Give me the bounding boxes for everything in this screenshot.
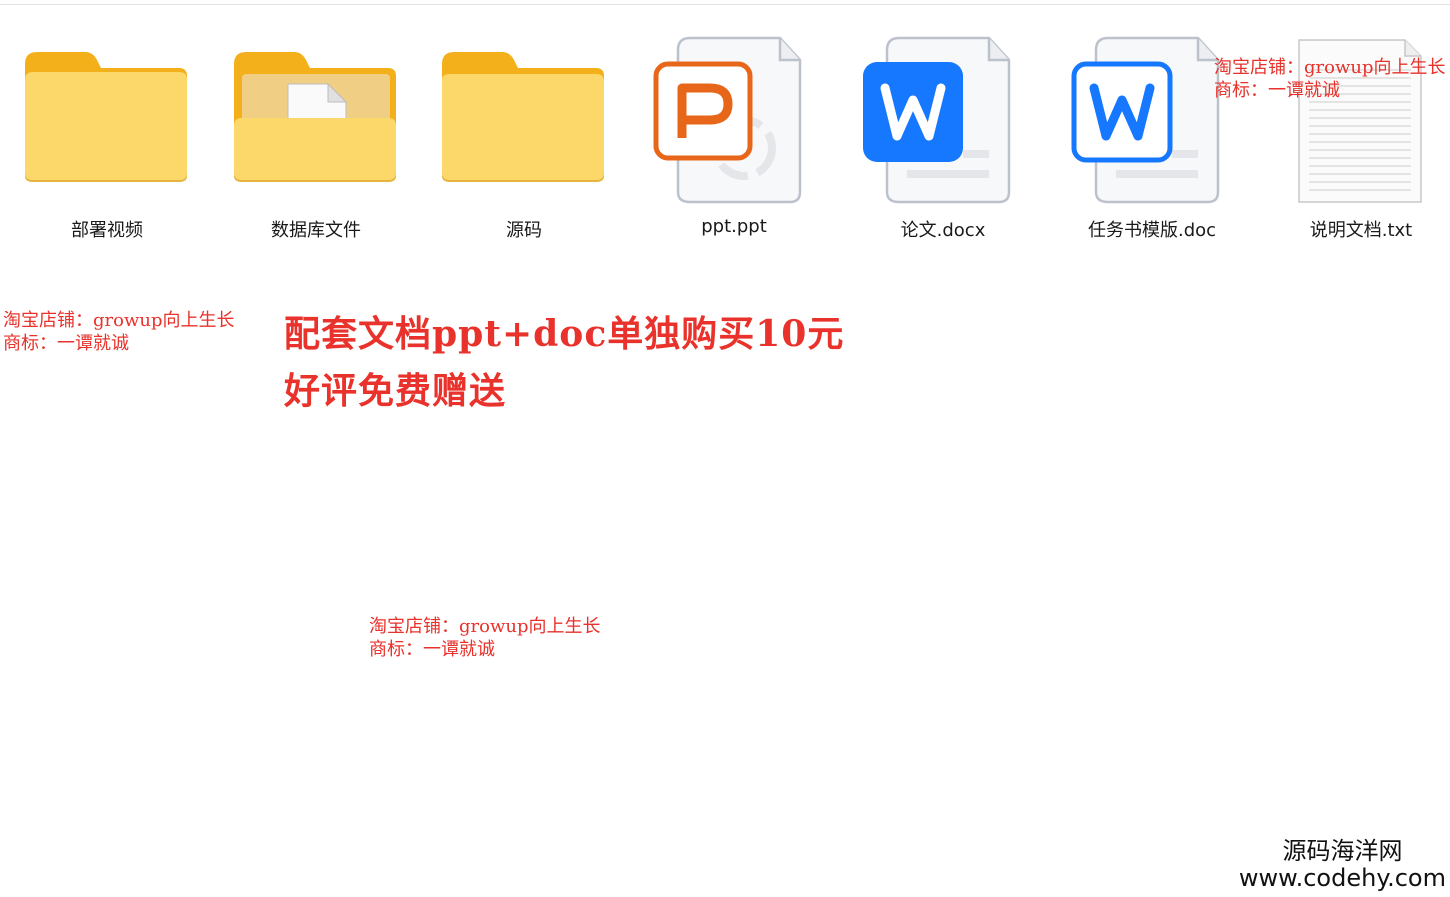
file-item-deploy-video[interactable]: 部署视频 [7, 30, 207, 245]
promo-line-purchase: 配套文档ppt+doc单独购买10元 [284, 313, 845, 355]
site-name: 源码海洋网 [1282, 837, 1403, 865]
file-item-ppt[interactable]: ppt.ppt [634, 30, 834, 245]
folder-icon [7, 30, 207, 210]
file-item-thesis-docx[interactable]: 论文.docx [843, 30, 1043, 245]
file-item-database-files[interactable]: 数据库文件 [216, 30, 416, 245]
file-name: 论文.docx [900, 220, 986, 241]
watermark-brand-line: 商标：一谭就诚 [369, 639, 495, 660]
site-brand: 源码海洋网 www.codehy.com [1239, 837, 1446, 891]
watermark-brand-line: 商标：一谭就诚 [1214, 80, 1340, 101]
watermark-left: 淘宝店铺：growup向上生长 商标：一谭就诚 [3, 309, 235, 355]
folder-with-document-icon [216, 30, 416, 210]
file-name: ppt.ppt [701, 216, 767, 237]
file-name: 源码 [506, 220, 542, 241]
promo-line-free-gift: 好评免费赠送 [284, 370, 507, 412]
file-item-source-code[interactable]: 源码 [424, 30, 624, 245]
top-divider [0, 4, 1450, 5]
watermark-shop-line: 淘宝店铺：growup向上生长 [3, 310, 235, 331]
watermark-top-right: 淘宝店铺：growup向上生长 商标：一谭就诚 [1214, 56, 1446, 102]
file-name: 数据库文件 [271, 220, 361, 241]
watermark-shop-line: 淘宝店铺：growup向上生长 [369, 616, 601, 637]
site-url: www.codehy.com [1238, 864, 1446, 892]
file-name: 任务书模版.doc [1087, 220, 1217, 241]
watermark-brand-line: 商标：一谭就诚 [3, 333, 129, 354]
watermark-center: 淘宝店铺：growup向上生长 商标：一谭就诚 [369, 615, 601, 661]
folder-icon [424, 30, 624, 210]
file-name: 说明文档.txt [1309, 220, 1413, 241]
wps-writer-icon [843, 30, 1043, 210]
file-name: 部署视频 [71, 220, 143, 241]
wps-presentation-icon [634, 30, 834, 210]
watermark-shop-line: 淘宝店铺：growup向上生长 [1214, 57, 1446, 78]
